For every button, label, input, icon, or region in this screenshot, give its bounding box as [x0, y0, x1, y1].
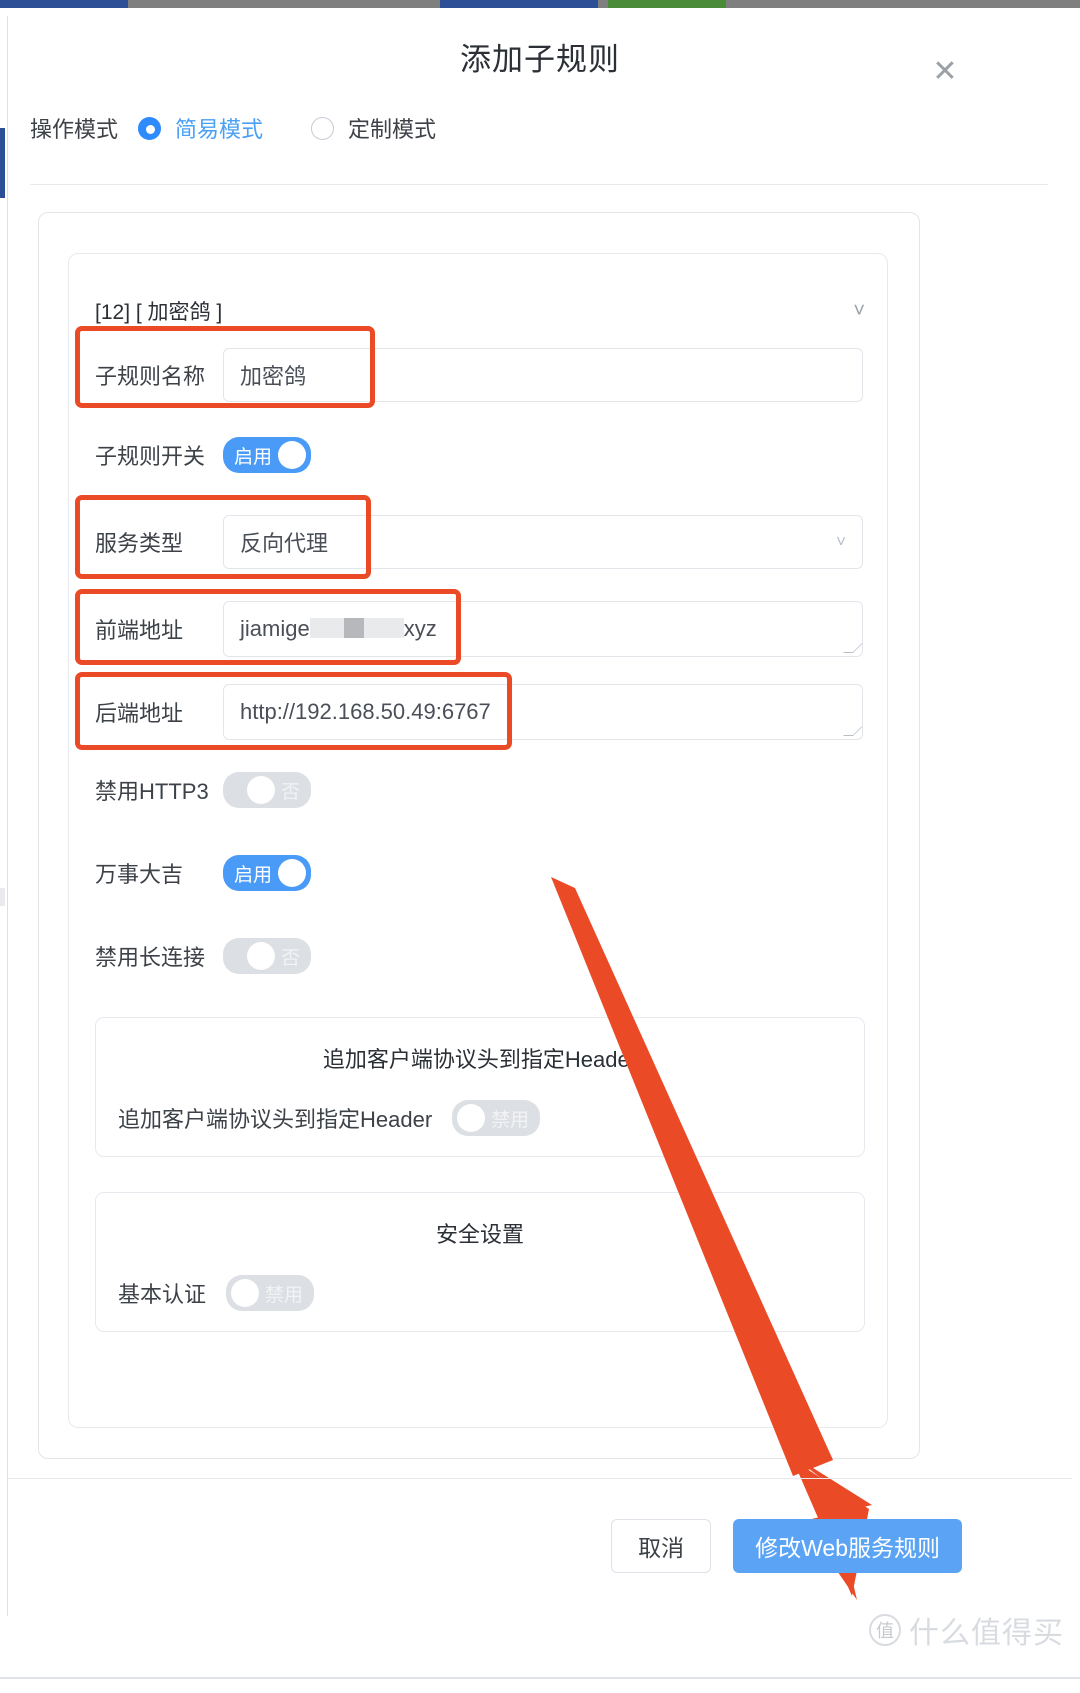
footer-divider: [8, 1478, 1072, 1479]
toggle-knob-icon: [278, 441, 307, 469]
page-bottom-border: [0, 1677, 1080, 1679]
basic-auth-toggle[interactable]: 禁用: [226, 1275, 315, 1311]
basic-auth-label: 基本认证: [118, 1282, 207, 1307]
toggle-knob-icon: [278, 859, 307, 887]
backend-address-label: 后端地址: [95, 701, 184, 726]
disable-http3-state-text: 否: [280, 781, 300, 803]
wanshi-daji-toggle[interactable]: 启用: [223, 855, 312, 891]
frontend-address-textarea[interactable]: jiamige xyz: [223, 601, 863, 657]
submit-button[interactable]: 修改Web服务规则: [733, 1519, 962, 1573]
close-icon[interactable]: ✕: [928, 56, 962, 90]
sub-rule-collapse-header[interactable]: [12] [ 加密鸽 ] ˅: [95, 296, 865, 326]
client-protocol-header-panel-title: 追加客户端协议头到指定Header: [322, 1047, 638, 1072]
cancel-button[interactable]: 取消: [611, 1519, 712, 1573]
service-type-label: 服务类型: [95, 531, 184, 556]
chevron-down-icon: ˅: [836, 532, 846, 551]
field-row-wanshi-daji: 万事大吉 启用: [95, 855, 312, 891]
frontend-address-suffix: xyz: [403, 616, 437, 641]
page-gutter-divider: [7, 16, 8, 1616]
browser-tab[interactable]: [729, 0, 871, 8]
operation-mode-row: 操作模式 简易模式 定制模式: [30, 112, 484, 144]
chevron-down-icon[interactable]: ˅: [853, 301, 865, 321]
radio-simple-mode[interactable]: 简易模式: [138, 112, 263, 144]
redacted-mask: [343, 618, 364, 638]
toggle-knob-icon: [246, 776, 275, 804]
field-row-backend-address: 后端地址 http://192.168.50.49:6767: [95, 684, 863, 740]
basic-auth-row: 基本认证 禁用: [96, 1249, 864, 1311]
radio-dot-icon: [311, 116, 335, 140]
field-row-disable-http3: 禁用HTTP3 否: [95, 772, 311, 808]
security-settings-panel: 安全设置 基本认证 禁用: [95, 1192, 865, 1332]
wanshi-daji-state-text: 启用: [234, 864, 273, 886]
page-gutter-accent-secondary: [0, 888, 5, 906]
browser-tab[interactable]: [874, 0, 1080, 8]
redacted-mask: [309, 618, 344, 638]
sub-rule-collapse-title: [12] [ 加密鸽 ]: [95, 301, 223, 324]
wanshi-daji-label: 万事大吉: [95, 862, 184, 887]
operation-mode-label: 操作模式: [30, 117, 119, 142]
dialog-page: 添加子规则 ✕ 操作模式 简易模式 定制模式 [12] [ 加密鸽 ] ˅ 子规…: [0, 8, 1080, 1685]
backend-address-textarea[interactable]: http://192.168.50.49:6767: [223, 684, 863, 740]
page-gutter-accent: [0, 128, 5, 198]
toggle-knob-icon: [246, 942, 275, 970]
basic-auth-state-text: 禁用: [265, 1284, 304, 1306]
radio-dot-icon: [138, 116, 162, 140]
disable-keepalive-label: 禁用长连接: [95, 945, 206, 970]
rule-switch-toggle[interactable]: 启用: [223, 437, 312, 473]
field-row-frontend-address: 前端地址 jiamige xyz: [95, 601, 863, 657]
field-row-rule-name: 子规则名称 加密鸽: [95, 348, 863, 402]
client-protocol-header-panel: 追加客户端协议头到指定Header 追加客户端协议头到指定Header 禁用: [95, 1017, 865, 1157]
service-type-value: 反向代理: [240, 531, 329, 556]
watermark: 值 什么值得买: [869, 1608, 1064, 1652]
field-row-disable-keepalive: 禁用长连接 否: [95, 938, 311, 974]
rule-switch-label: 子规则开关: [95, 444, 206, 469]
disable-http3-toggle[interactable]: 否: [223, 772, 311, 808]
client-protocol-header-row: 追加客户端协议头到指定Header 禁用: [96, 1074, 864, 1136]
client-protocol-header-toggle[interactable]: 禁用: [452, 1100, 541, 1136]
browser-tab[interactable]: [0, 0, 128, 8]
browser-tab[interactable]: [418, 0, 438, 8]
frontend-address-label: 前端地址: [95, 618, 184, 643]
frontend-address-prefix: jiamige: [240, 616, 310, 641]
redacted-mask: [363, 618, 404, 638]
browser-tab[interactable]: [608, 0, 726, 8]
disable-http3-label: 禁用HTTP3: [95, 779, 209, 804]
disable-keepalive-toggle[interactable]: 否: [223, 938, 311, 974]
security-settings-panel-title: 安全设置: [435, 1222, 524, 1247]
dialog-title: 添加子规则: [460, 42, 620, 77]
sub-rule-card: [12] [ 加密鸽 ] ˅ 子规则名称 加密鸽 子规则开关 启用 服务类型 反…: [68, 253, 888, 1428]
browser-tab[interactable]: [440, 0, 598, 8]
watermark-badge-icon: 值: [869, 1614, 901, 1646]
browser-tab-strip: [0, 0, 1080, 8]
service-type-select[interactable]: 反向代理 ˅: [223, 515, 863, 569]
rule-name-input[interactable]: 加密鸽: [223, 348, 863, 402]
browser-tab[interactable]: [131, 0, 263, 8]
rule-switch-state-text: 启用: [234, 446, 273, 468]
field-row-service-type: 服务类型 反向代理 ˅: [95, 515, 863, 569]
dialog-footer: 取消 修改Web服务规则: [0, 1496, 1080, 1596]
watermark-text: 什么值得买: [909, 1617, 1064, 1650]
toggle-knob-icon: [231, 1279, 260, 1307]
radio-custom-mode[interactable]: 定制模式: [311, 112, 436, 144]
toggle-knob-icon: [457, 1104, 486, 1132]
rules-outer-card: [12] [ 加密鸽 ] ˅ 子规则名称 加密鸽 子规则开关 启用 服务类型 反…: [38, 212, 920, 1459]
radio-custom-mode-label: 定制模式: [348, 117, 437, 142]
radio-simple-mode-label: 简易模式: [175, 117, 264, 142]
field-row-rule-switch: 子规则开关 启用: [95, 437, 312, 473]
disable-keepalive-state-text: 否: [280, 947, 300, 969]
client-protocol-header-state-text: 禁用: [491, 1109, 530, 1131]
client-protocol-header-label: 追加客户端协议头到指定Header: [118, 1107, 433, 1132]
rule-name-label: 子规则名称: [95, 364, 206, 389]
header-divider: [30, 184, 1048, 185]
browser-tab[interactable]: [266, 0, 414, 8]
